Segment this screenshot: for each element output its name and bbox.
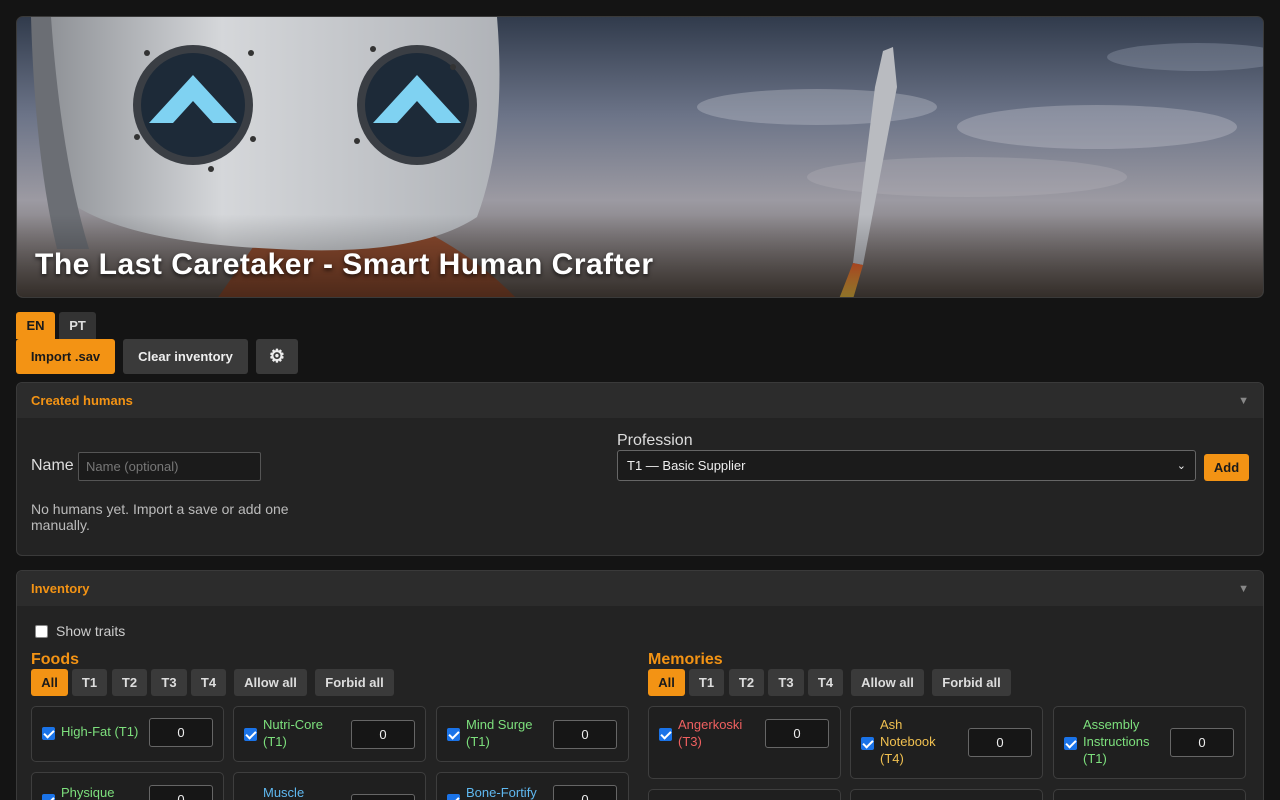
show-traits-toggle[interactable]: Show traits (35, 623, 125, 639)
food-allow-checkbox[interactable] (42, 794, 55, 800)
foods-filter-t3[interactable]: T3 (151, 669, 187, 696)
memory-allow-checkbox[interactable] (659, 728, 672, 741)
lang-en-button[interactable]: EN (16, 312, 55, 339)
clear-inventory-button[interactable]: Clear inventory (123, 339, 248, 374)
memory-card (850, 789, 1043, 800)
empty-humans-message: No humans yet. Import a save or add one … (31, 501, 289, 533)
memories-allow-all-button[interactable]: Allow all (851, 669, 924, 696)
profession-select-value: T1 — Basic Supplier (627, 458, 746, 473)
food-name: Mind Surge (T1) (466, 717, 533, 749)
show-traits-checkbox[interactable] (35, 624, 48, 638)
memory-card-angerkoski: Angerkoski (T3) 0 (648, 706, 841, 779)
food-card-muscle: Muscle 0 (233, 772, 426, 800)
created-humans-header[interactable]: Created humans ▼ (17, 383, 1263, 418)
gear-icon: ⚙ (268, 346, 286, 366)
memory-quantity-input[interactable]: 0 (968, 728, 1032, 757)
memory-name: Ash Notebook (T4) (880, 717, 936, 766)
food-card-mind-surge: Mind Surge (T1) 0 (436, 706, 629, 762)
inventory-header[interactable]: Inventory ▼ (17, 571, 1263, 606)
memory-allow-checkbox[interactable] (1064, 737, 1077, 750)
food-card-bone-fortify: Bone-Fortify 0 (436, 772, 629, 800)
memory-card (648, 789, 841, 800)
food-name: High-Fat (T1) (61, 724, 139, 739)
memories-filter-t2[interactable]: T2 (729, 669, 764, 696)
inventory-title: Inventory (31, 581, 90, 596)
food-quantity-input[interactable]: 0 (351, 720, 415, 749)
chevron-down-icon: ▼ (1238, 394, 1249, 407)
settings-button[interactable]: ⚙ (256, 339, 298, 374)
chevron-down-icon: ⌄ (1176, 460, 1186, 472)
name-input[interactable] (78, 452, 261, 481)
hero-banner: The Last Caretaker - Smart Human Crafter (16, 16, 1264, 298)
chevron-down-icon: ▼ (1238, 582, 1249, 595)
food-card-physique: Physique 0 (31, 772, 224, 800)
import-sav-button[interactable]: Import .sav (16, 339, 115, 374)
memory-allow-checkbox[interactable] (861, 737, 874, 750)
memory-quantity-input[interactable]: 0 (1170, 728, 1234, 757)
foods-filter-t1[interactable]: T1 (72, 669, 107, 696)
memory-card-assembly-instructions: Assembly Instructions (T1) 0 (1053, 706, 1246, 779)
page-title: The Last Caretaker - Smart Human Crafter (35, 248, 654, 281)
profession-select[interactable]: T1 — Basic Supplier ⌄ (617, 450, 1196, 481)
food-allow-checkbox[interactable] (244, 728, 257, 741)
food-name: Nutri-Core (T1) (263, 717, 323, 749)
memories-forbid-all-button[interactable]: Forbid all (932, 669, 1011, 696)
food-quantity-input[interactable]: 0 (553, 785, 617, 800)
food-card-high-fat: High-Fat (T1) 0 (31, 706, 224, 762)
food-name: Bone-Fortify (466, 785, 537, 800)
memory-card-ash-notebook: Ash Notebook (T4) 0 (850, 706, 1043, 779)
food-allow-checkbox[interactable] (42, 727, 55, 740)
food-card-nutri-core: Nutri-Core (T1) 0 (233, 706, 426, 762)
food-name: Muscle (263, 785, 305, 800)
foods-allow-all-button[interactable]: Allow all (234, 669, 307, 696)
food-allow-checkbox[interactable] (447, 728, 460, 741)
memory-name: Angerkoski (T3) (678, 717, 743, 749)
profession-label: Profession (617, 432, 693, 449)
created-humans-panel: Created humans ▼ Name Profession T1 — Ba… (16, 382, 1264, 556)
memories-filter-t3[interactable]: T3 (768, 669, 804, 696)
foods-filter-t2[interactable]: T2 (112, 669, 147, 696)
add-human-button[interactable]: Add (1204, 454, 1249, 481)
memory-quantity-input[interactable]: 0 (765, 719, 829, 748)
foods-filter-t4[interactable]: T4 (191, 669, 226, 696)
created-humans-title: Created humans (31, 393, 133, 408)
food-quantity-input[interactable]: 0 (149, 718, 213, 747)
name-label: Name (31, 457, 74, 474)
lang-pt-button[interactable]: PT (59, 312, 96, 339)
foods-filter-all[interactable]: All (31, 669, 68, 696)
food-quantity-input[interactable]: 0 (553, 720, 617, 749)
foods-forbid-all-button[interactable]: Forbid all (315, 669, 394, 696)
memories-title: Memories (648, 651, 723, 668)
memory-name: Assembly Instructions (T1) (1083, 717, 1150, 766)
food-quantity-input[interactable]: 0 (149, 785, 213, 800)
memories-filter-t4[interactable]: T4 (808, 669, 843, 696)
food-name: Physique (61, 785, 115, 800)
show-traits-label: Show traits (56, 623, 126, 639)
food-quantity-input[interactable]: 0 (351, 794, 415, 800)
memory-card (1053, 789, 1246, 800)
memories-filter-all[interactable]: All (648, 669, 685, 696)
foods-title: Foods (31, 651, 79, 668)
inventory-panel: Inventory ▼ Show traits Foods All T1 T2 … (16, 570, 1264, 800)
memories-filter-t1[interactable]: T1 (689, 669, 724, 696)
food-allow-checkbox[interactable] (447, 794, 460, 800)
